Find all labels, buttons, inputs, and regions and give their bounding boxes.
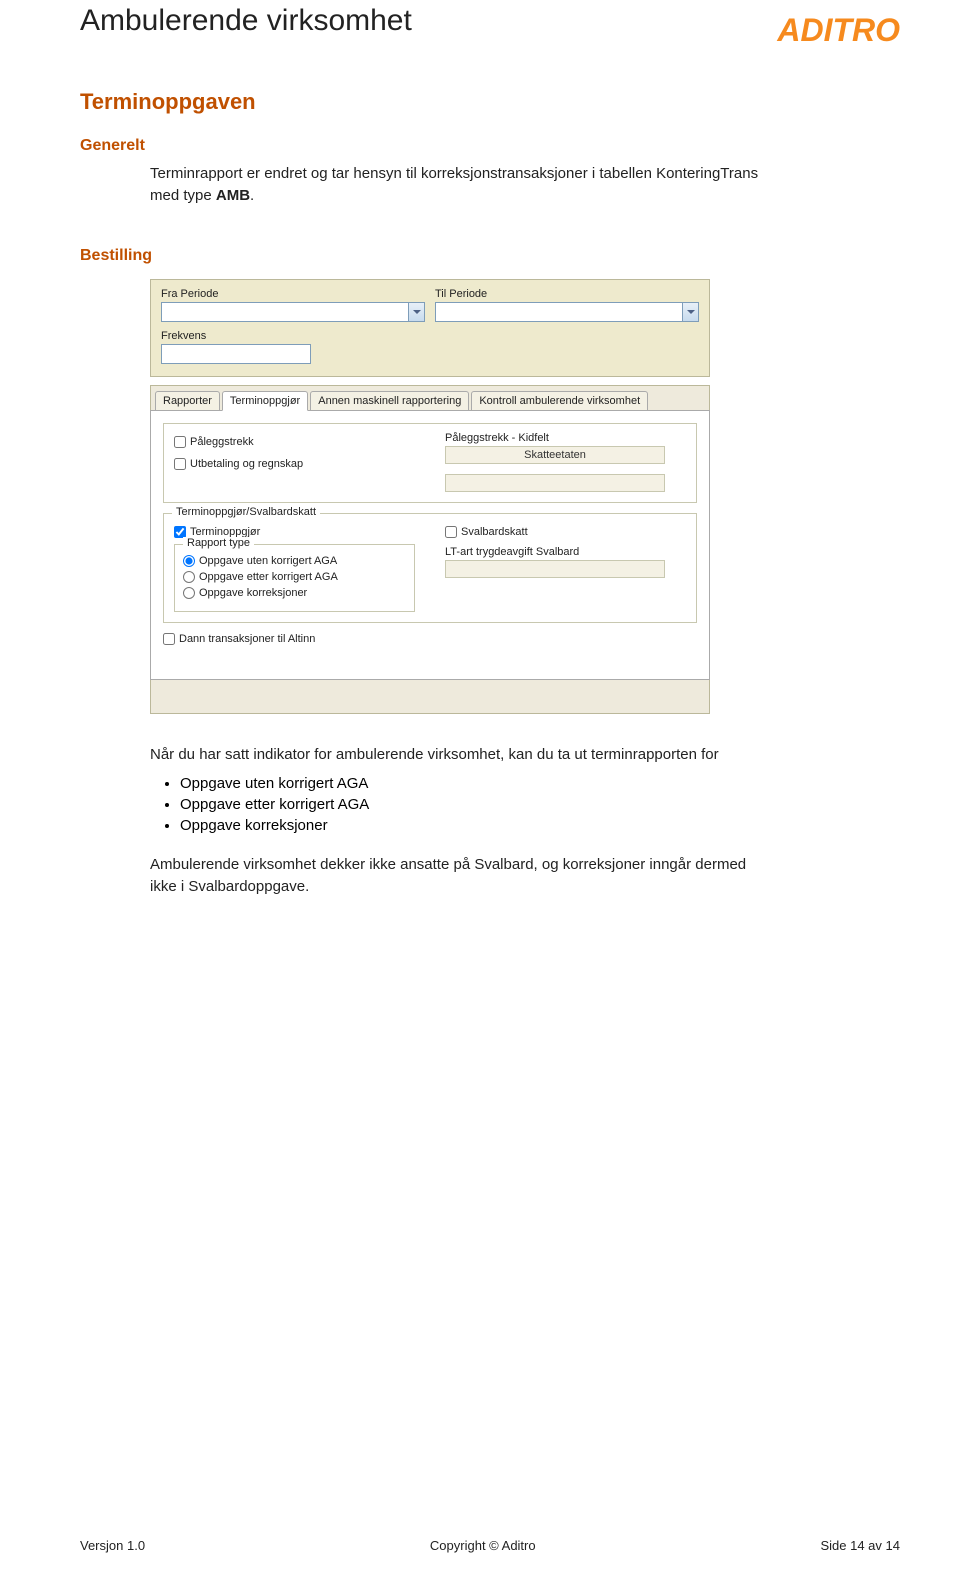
chevron-down-icon[interactable] bbox=[682, 303, 698, 321]
bullet-2: Oppgave etter korrigert AGA bbox=[180, 796, 900, 813]
til-periode-combo[interactable] bbox=[435, 302, 699, 322]
dialog-bottom-strip bbox=[150, 680, 710, 714]
legend-rapporttype: Rapport type bbox=[183, 537, 254, 549]
ltart-box bbox=[445, 560, 665, 578]
radio-oppgave-uten-korrigert[interactable]: Oppgave uten korrigert AGA bbox=[183, 555, 406, 567]
dialog-screenshot: Fra Periode Til Periode Frekvens Rappo bbox=[150, 279, 710, 714]
brand-logo: ADITRO bbox=[777, 4, 900, 49]
intro-text-bold: AMB bbox=[216, 187, 250, 204]
footer-page-number: Side 14 av 14 bbox=[820, 1538, 900, 1553]
heading-bestilling: Bestilling bbox=[80, 247, 900, 265]
radio-r2-input[interactable] bbox=[183, 571, 195, 583]
tab-rapporter[interactable]: Rapporter bbox=[155, 391, 220, 411]
checkbox-dann-altinn-label: Dann transaksjoner til Altinn bbox=[179, 633, 315, 645]
page-title: Ambulerende virksomhet bbox=[80, 4, 412, 38]
checkbox-paleggstrekk-input[interactable] bbox=[174, 436, 186, 448]
heading-terminoppgaven: Terminoppgaven bbox=[80, 89, 900, 115]
checkbox-svalbardskatt-input[interactable] bbox=[445, 526, 457, 538]
footer-version: Versjon 1.0 bbox=[80, 1538, 145, 1553]
label-kidfelt: Påleggstrekk - Kidfelt bbox=[445, 432, 686, 444]
checkbox-dann-altinn-input[interactable] bbox=[163, 633, 175, 645]
page-footer: Versjon 1.0 Copyright © Aditro Side 14 a… bbox=[80, 1538, 900, 1553]
tab-terminoppgjor[interactable]: Terminoppgjør bbox=[222, 391, 308, 411]
checkbox-svalbardskatt[interactable]: Svalbardskatt bbox=[445, 526, 686, 538]
rapporttype-group: Rapport type Oppgave uten korrigert AGA … bbox=[174, 544, 415, 612]
intro-paragraph: Terminrapport er endret og tar hensyn ti… bbox=[80, 163, 900, 207]
radio-r1-input[interactable] bbox=[183, 555, 195, 567]
label-ltart: LT-art trygdeavgift Svalbard bbox=[445, 546, 686, 558]
checkbox-svalbardskatt-label: Svalbardskatt bbox=[461, 526, 528, 538]
frekvens-input[interactable] bbox=[161, 344, 311, 364]
checkbox-utbetaling-label: Utbetaling og regnskap bbox=[190, 458, 303, 470]
label-fra-periode: Fra Periode bbox=[161, 288, 425, 300]
checkbox-dann-altinn[interactable]: Dann transaksjoner til Altinn bbox=[163, 633, 697, 645]
footer-copyright: Copyright © Aditro bbox=[430, 1538, 536, 1553]
radio-oppgave-korreksjoner[interactable]: Oppgave korreksjoner bbox=[183, 587, 406, 599]
checkbox-paleggstrekk[interactable]: Påleggstrekk bbox=[174, 436, 415, 448]
bullet-list: Oppgave uten korrigert AGA Oppgave etter… bbox=[80, 775, 900, 834]
bullet-1: Oppgave uten korrigert AGA bbox=[180, 775, 900, 792]
after-ss-paragraph: Når du har satt indikator for ambulerend… bbox=[80, 744, 900, 766]
heading-generelt: Generelt bbox=[80, 137, 900, 155]
kidfelt-box: Skatteetaten bbox=[445, 446, 665, 464]
tab-kontroll[interactable]: Kontroll ambulerende virksomhet bbox=[471, 391, 648, 411]
legend-terminoppgjor-svalbard: Terminoppgjør/Svalbardskatt bbox=[172, 506, 320, 518]
closing-paragraph: Ambulerende virksomhet dekker ikke ansat… bbox=[80, 854, 900, 898]
checkbox-utbetaling[interactable]: Utbetaling og regnskap bbox=[174, 458, 415, 470]
radio-r3-input[interactable] bbox=[183, 587, 195, 599]
label-til-periode: Til Periode bbox=[435, 288, 699, 300]
radio-r3-label: Oppgave korreksjoner bbox=[199, 587, 307, 599]
radio-oppgave-etter-korrigert[interactable]: Oppgave etter korrigert AGA bbox=[183, 571, 406, 583]
tabstrip: Rapporter Terminoppgjør Annen maskinell … bbox=[150, 385, 710, 410]
readonly-box-2 bbox=[445, 474, 665, 492]
bullet-3: Oppgave korreksjoner bbox=[180, 817, 900, 834]
radio-r1-label: Oppgave uten korrigert AGA bbox=[199, 555, 337, 567]
tab-annen[interactable]: Annen maskinell rapportering bbox=[310, 391, 469, 411]
chevron-down-icon[interactable] bbox=[408, 303, 424, 321]
fra-periode-combo[interactable] bbox=[161, 302, 425, 322]
label-frekvens: Frekvens bbox=[161, 330, 699, 342]
intro-text-c: . bbox=[250, 187, 254, 204]
radio-r2-label: Oppgave etter korrigert AGA bbox=[199, 571, 338, 583]
checkbox-utbetaling-input[interactable] bbox=[174, 458, 186, 470]
checkbox-paleggstrekk-label: Påleggstrekk bbox=[190, 436, 254, 448]
